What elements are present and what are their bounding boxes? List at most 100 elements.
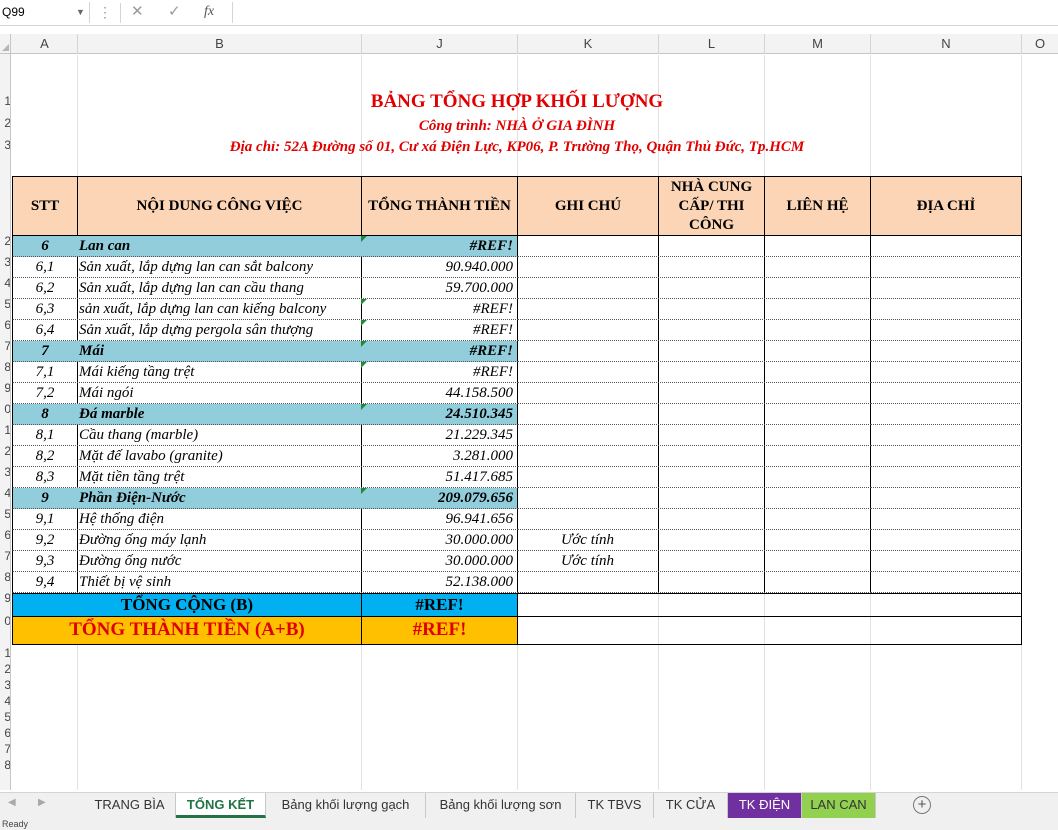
row-stt[interactable]: 9,4 <box>12 572 78 593</box>
row-content[interactable]: Thiết bị vệ sinh <box>77 572 362 593</box>
row-content[interactable]: Đá marble <box>77 404 362 425</box>
row-stt[interactable]: 8,2 <box>12 446 78 467</box>
row-header[interactable]: 5 <box>0 297 10 311</box>
column-header-b[interactable]: B <box>78 34 362 54</box>
row-address[interactable] <box>870 278 1022 299</box>
sheet-tab[interactable]: TK CỬA <box>654 793 728 818</box>
row-contact[interactable] <box>764 425 871 446</box>
worksheet-grid[interactable]: BẢNG TỔNG HỢP KHỐI LƯỢNG Công trình: NHÀ… <box>12 55 1058 790</box>
sheet-tab[interactable]: Bảng khối lượng sơn <box>426 793 576 818</box>
row-address[interactable] <box>870 257 1022 278</box>
row-stt[interactable]: 6,3 <box>12 299 78 320</box>
row-content[interactable]: Mái ngói <box>77 383 362 404</box>
row-amount[interactable]: #REF! <box>361 341 518 362</box>
row-header[interactable]: 2 <box>0 662 10 676</box>
row-content[interactable]: Mặt tiền tầng trệt <box>77 467 362 488</box>
row-stt[interactable]: 6,1 <box>12 257 78 278</box>
row-note[interactable] <box>517 341 659 362</box>
row-amount[interactable]: #REF! <box>361 362 518 383</box>
row-note[interactable] <box>517 467 659 488</box>
row-stt[interactable]: 9,2 <box>12 530 78 551</box>
row-supplier[interactable] <box>658 320 765 341</box>
row-address[interactable] <box>870 572 1022 593</box>
row-header[interactable]: 8 <box>0 758 10 772</box>
row-header[interactable]: 6 <box>0 726 10 740</box>
row-amount[interactable]: 3.281.000 <box>361 446 518 467</box>
row-contact[interactable] <box>764 341 871 362</box>
row-content[interactable]: Sản xuất, lắp dựng pergola sân thượng <box>77 320 362 341</box>
row-contact[interactable] <box>764 572 871 593</box>
row-stt[interactable]: 6 <box>12 236 78 257</box>
row-amount[interactable]: 30.000.000 <box>361 530 518 551</box>
row-stt[interactable]: 8,1 <box>12 425 78 446</box>
row-note[interactable] <box>517 404 659 425</box>
more-options-icon[interactable]: ⋮ <box>98 2 112 22</box>
cancel-icon[interactable]: ✕ <box>131 2 144 22</box>
row-contact[interactable] <box>764 467 871 488</box>
row-content[interactable]: Đường ống nước <box>77 551 362 572</box>
row-header[interactable]: 8 <box>0 570 10 584</box>
column-header-j[interactable]: J <box>362 34 518 54</box>
row-contact[interactable] <box>764 551 871 572</box>
row-amount[interactable]: 209.079.656 <box>361 488 518 509</box>
row-header[interactable]: 6 <box>0 528 10 542</box>
column-header-m[interactable]: M <box>765 34 871 54</box>
row-content[interactable]: Mái kiếng tầng trệt <box>77 362 362 383</box>
column-header-k[interactable]: K <box>518 34 659 54</box>
chevron-down-icon[interactable]: ▼ <box>76 2 85 22</box>
row-amount[interactable]: 96.941.656 <box>361 509 518 530</box>
row-header[interactable]: 1 <box>0 646 10 660</box>
row-note[interactable] <box>517 572 659 593</box>
row-stt[interactable]: 7,2 <box>12 383 78 404</box>
row-note[interactable] <box>517 257 659 278</box>
row-note[interactable] <box>517 425 659 446</box>
row-note[interactable] <box>517 236 659 257</box>
insert-function-icon[interactable]: fx <box>204 2 214 22</box>
row-supplier[interactable] <box>658 341 765 362</box>
sheet-tab[interactable]: TK ĐIỆN <box>728 793 802 818</box>
row-content[interactable]: Đường ống máy lạnh <box>77 530 362 551</box>
row-address[interactable] <box>870 341 1022 362</box>
row-stt[interactable]: 8,3 <box>12 467 78 488</box>
row-content[interactable]: Lan can <box>77 236 362 257</box>
row-header[interactable]: 3 <box>0 138 10 152</box>
row-contact[interactable] <box>764 320 871 341</box>
row-address[interactable] <box>870 551 1022 572</box>
row-stt[interactable]: 7,1 <box>12 362 78 383</box>
row-contact[interactable] <box>764 446 871 467</box>
sheet-tab[interactable]: TRANG BÌA <box>84 793 176 818</box>
row-note[interactable] <box>517 299 659 320</box>
row-supplier[interactable] <box>658 257 765 278</box>
row-content[interactable]: Mái <box>77 341 362 362</box>
row-amount[interactable]: 52.138.000 <box>361 572 518 593</box>
row-header[interactable]: 2 <box>0 444 10 458</box>
row-header[interactable]: 7 <box>0 742 10 756</box>
row-header[interactable]: 2 <box>0 234 10 248</box>
row-header[interactable]: 2 <box>0 116 10 130</box>
row-address[interactable] <box>870 425 1022 446</box>
row-address[interactable] <box>870 236 1022 257</box>
scroll-left-icon[interactable]: ◀ <box>8 797 16 808</box>
row-note[interactable] <box>517 488 659 509</box>
sheet-tab[interactable]: TK TBVS <box>576 793 654 818</box>
row-contact[interactable] <box>764 362 871 383</box>
row-note[interactable]: Ước tính <box>517 551 659 572</box>
row-amount[interactable]: 51.417.685 <box>361 467 518 488</box>
row-header[interactable]: 8 <box>0 360 10 374</box>
column-header-a[interactable]: A <box>12 34 78 54</box>
row-header[interactable]: 5 <box>0 507 10 521</box>
row-supplier[interactable] <box>658 299 765 320</box>
row-stt[interactable]: 6,2 <box>12 278 78 299</box>
row-supplier[interactable] <box>658 383 765 404</box>
row-header[interactable]: 3 <box>0 678 10 692</box>
row-supplier[interactable] <box>658 488 765 509</box>
row-header[interactable]: 4 <box>0 486 10 500</box>
row-amount[interactable]: 21.229.345 <box>361 425 518 446</box>
row-contact[interactable] <box>764 509 871 530</box>
column-header-l[interactable]: L <box>659 34 765 54</box>
row-content[interactable]: Mặt đế lavabo (granite) <box>77 446 362 467</box>
row-supplier[interactable] <box>658 425 765 446</box>
sheet-tab[interactable]: Bảng khối lượng gạch <box>266 793 426 818</box>
row-content[interactable]: Cầu thang (marble) <box>77 425 362 446</box>
row-address[interactable] <box>870 383 1022 404</box>
